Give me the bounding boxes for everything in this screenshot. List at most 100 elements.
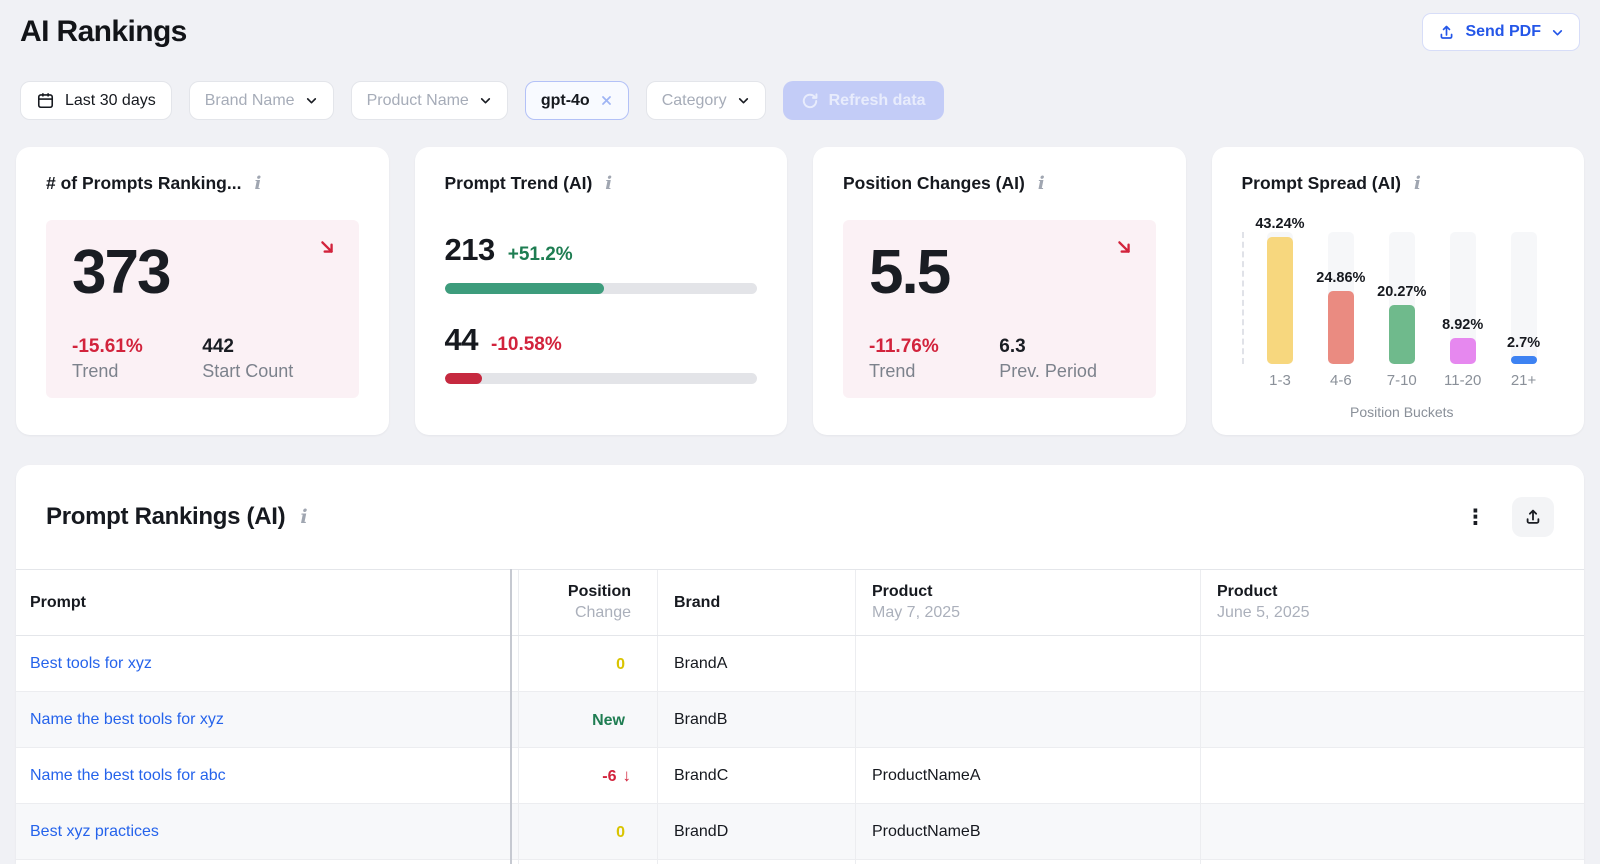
chart-y-axis — [1241, 232, 1244, 364]
bar-category-label: 11-20 — [1444, 372, 1482, 389]
close-icon[interactable] — [600, 94, 613, 107]
date-range-button[interactable]: Last 30 days — [20, 81, 172, 120]
info-icon[interactable]: i — [300, 507, 307, 527]
export-button[interactable] — [1512, 497, 1554, 537]
bar-value-label: 8.92% — [1442, 317, 1484, 333]
position-changes-card: Position Changes (AI) i 5.5 -11.76% Tren… — [813, 147, 1186, 435]
trend-up-pct: +51.2% — [507, 244, 573, 265]
bar-category-label: 1-3 — [1269, 372, 1291, 389]
brand-filter-dropdown[interactable]: Brand Name — [188, 81, 334, 120]
product-may-cell: ProductNameB — [856, 804, 1201, 859]
prompt-link[interactable]: Name the best tools for abc — [30, 767, 494, 785]
trend-value: -11.76% — [869, 336, 939, 357]
kebab-menu-icon[interactable]: ⋮ — [1459, 503, 1492, 532]
category-filter-label: Category — [661, 91, 727, 109]
prompt-link[interactable]: Best xyz practices — [30, 823, 494, 841]
product-may-cell — [856, 636, 1201, 691]
bar-category-label: 4-6 — [1330, 372, 1352, 389]
trend-up-fill — [444, 283, 604, 294]
category-filter-dropdown[interactable]: Category — [645, 81, 766, 120]
trend-label: Trend — [869, 361, 916, 381]
column-header-product-june[interactable]: Product June 5, 2025 — [1201, 570, 1584, 635]
filter-bar: Last 30 days Brand Name Product Name gpt… — [0, 81, 1600, 120]
position-change-value: 0 — [616, 655, 625, 673]
bar-track: 2.7% — [1507, 232, 1540, 364]
prompt-spread-card: Prompt Spread (AI) i 43.24% 1-3 24.86% 4… — [1211, 147, 1584, 435]
position-change-value: -6 ↓ — [602, 765, 632, 785]
trend-down-fill — [444, 373, 482, 384]
down-arrow-icon: ↓ — [622, 765, 632, 785]
position-change-value: 0 — [616, 823, 625, 841]
product-june-cell — [1201, 692, 1584, 747]
prev-period-value: 6.3 — [999, 336, 1026, 357]
trend-down-pct: -10.58% — [490, 334, 562, 355]
trend-down-progress-track — [444, 373, 757, 384]
bar-category-label: 7-10 — [1386, 372, 1417, 389]
info-icon[interactable]: i — [1414, 174, 1421, 193]
bar-track: 8.92% — [1442, 232, 1483, 364]
card-title: Prompt Trend (AI) — [444, 173, 593, 193]
brand-filter-label: Brand Name — [204, 91, 295, 109]
product-june-cell — [1201, 636, 1584, 691]
bar — [1510, 356, 1537, 364]
model-filter-chip[interactable]: gpt-4o — [524, 81, 629, 120]
prompt-link[interactable]: Best tools for xyz — [30, 655, 494, 673]
trend-down-arrow-icon — [1114, 237, 1134, 257]
brand-cell: BrandD — [658, 804, 856, 859]
bar-value-label: 20.27% — [1377, 284, 1427, 300]
info-icon[interactable]: i — [254, 174, 261, 193]
chart-column: 20.27% 7-10 — [1371, 214, 1432, 389]
bar-category-label: 21+ — [1510, 372, 1537, 389]
chart-column: 43.24% 1-3 — [1250, 214, 1311, 389]
prev-period-label: Prev. Period — [999, 361, 1097, 381]
product-may-cell — [856, 692, 1201, 747]
position-changes-panel: 5.5 -11.76% Trend 6.3 Prev. Period — [843, 220, 1156, 398]
brand-cell: BrandC — [658, 748, 856, 803]
table-row: Name the best tools for abc -6 ↓ BrandC P… — [16, 748, 1584, 804]
product-may-cell: ProductNameA — [856, 748, 1201, 803]
position-changes-value: 5.5 — [869, 238, 951, 307]
product-filter-dropdown[interactable]: Product Name — [350, 81, 508, 120]
product-june-cell — [1201, 748, 1584, 803]
prompt-rankings-section: Prompt Rankings (AI) i ⋮ Prompt Position… — [16, 465, 1584, 864]
info-icon[interactable]: i — [605, 174, 612, 193]
card-title: # of Prompts Ranking... — [46, 173, 242, 193]
page-title: AI Rankings — [20, 15, 187, 48]
table-header-row: Prompt Position Change Brand Product May… — [16, 569, 1584, 636]
start-count-value: 442 — [202, 336, 234, 357]
table-title: Prompt Rankings (AI) — [46, 503, 286, 530]
upload-icon — [1524, 508, 1542, 526]
column-header-prompt[interactable]: Prompt — [16, 570, 510, 635]
upload-icon — [1438, 24, 1455, 41]
date-range-label: Last 30 days — [65, 91, 156, 109]
chart-column: 8.92% 11-20 — [1432, 214, 1493, 389]
column-header-brand[interactable]: Brand — [658, 570, 856, 635]
calendar-icon — [36, 91, 55, 110]
prompt-link[interactable]: Name the best tools for xyz — [30, 711, 494, 729]
prompts-ranking-value: 373 — [72, 238, 171, 307]
chart-column: 24.86% 4-6 — [1310, 214, 1371, 389]
send-pdf-button[interactable]: Send PDF — [1422, 13, 1580, 51]
prompt-trend-card: Prompt Trend (AI) i 213 +51.2% 44 -10.58… — [414, 147, 787, 435]
position-change-value: New — [592, 711, 625, 729]
frozen-column-divider[interactable] — [510, 569, 512, 864]
trend-up-progress-track — [444, 283, 757, 294]
info-icon[interactable]: i — [1038, 174, 1045, 193]
top-bar: AI Rankings Send PDF — [0, 0, 1600, 51]
brand-cell: BrandA — [658, 636, 856, 691]
kpi-cards-row: # of Prompts Ranking... i 373 -15.61% Tr… — [16, 147, 1584, 435]
send-pdf-label: Send PDF — [1465, 23, 1541, 40]
chart-x-axis-label: Position Buckets — [1350, 404, 1454, 420]
model-filter-chip-label: gpt-4o — [540, 91, 590, 109]
chevron-down-icon — [305, 94, 318, 107]
prompts-ranking-panel: 373 -15.61% Trend 442 Start Count — [46, 220, 359, 398]
bar-value-label: 2.7% — [1507, 335, 1541, 351]
column-header-position-change[interactable]: Position Change — [518, 570, 658, 635]
refresh-icon — [801, 92, 819, 110]
bar — [1449, 338, 1476, 364]
table-row: Best tools for xyz 0 BrandA — [16, 636, 1584, 692]
column-header-product-may[interactable]: Product May 7, 2025 — [856, 570, 1201, 635]
table-row: Best xyz practices 0 BrandD ProductNameB — [16, 804, 1584, 860]
refresh-data-button[interactable]: Refresh data — [782, 81, 944, 120]
brand-cell: BrandB — [658, 692, 856, 747]
